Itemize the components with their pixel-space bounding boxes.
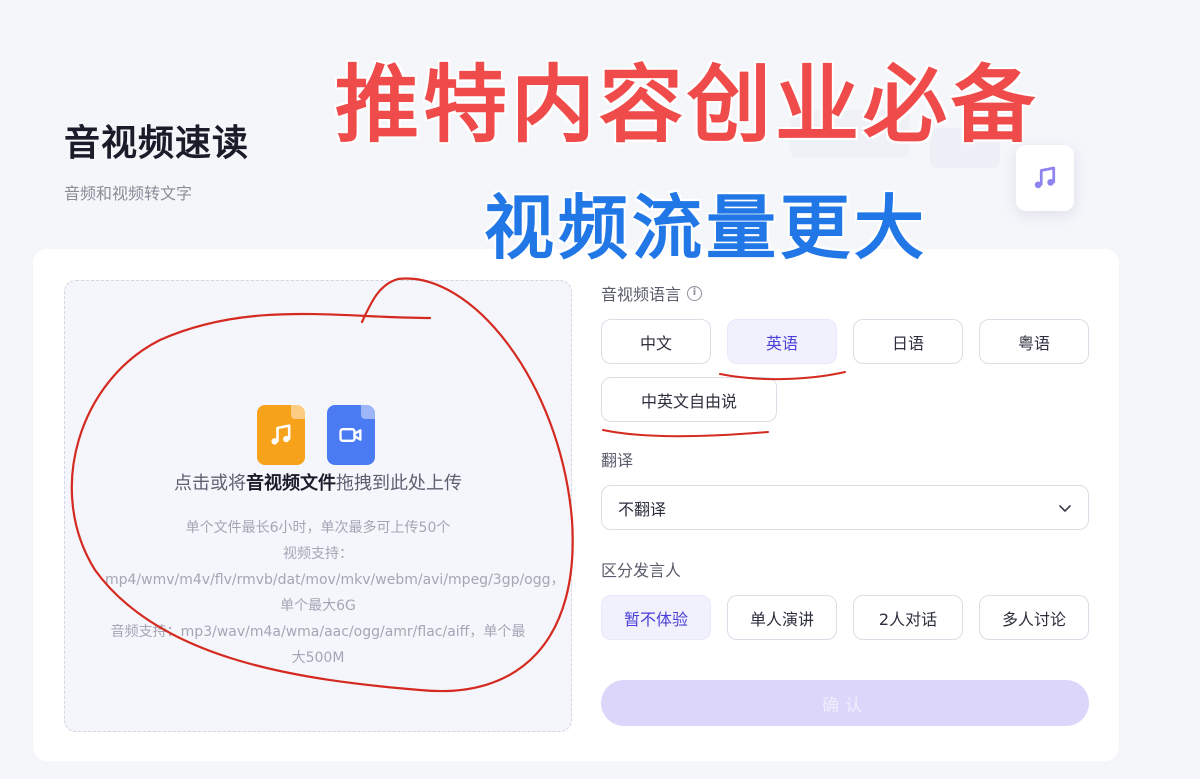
info-icon[interactable]: i <box>687 285 703 301</box>
language-options: 中文 英语 日语 粤语 <box>601 319 1089 364</box>
upload-dropzone[interactable]: 点击或将音视频文件拖拽到此处上传 单个文件最长6小时，单次最多可上传50个 视频… <box>64 280 572 732</box>
file-type-icons <box>257 405 375 465</box>
translate-select-value: 不翻译 <box>618 499 667 519</box>
translate-select[interactable]: 不翻译 <box>601 485 1089 530</box>
language-options-row2: 中英文自由说 <box>601 377 1089 422</box>
speaker-option-multi[interactable]: 多人讨论 <box>979 595 1089 640</box>
language-option-english[interactable]: 英语 <box>727 319 837 364</box>
chevron-down-icon <box>1059 504 1071 512</box>
promo-subheadline: 视频流量更大 <box>484 187 928 269</box>
confirm-button[interactable]: 确认 <box>601 680 1089 726</box>
speaker-option-single[interactable]: 单人演讲 <box>727 595 837 640</box>
video-file-icon <box>327 405 375 465</box>
speaker-section-label: 区分发言人 <box>601 561 682 580</box>
language-option-mixed[interactable]: 中英文自由说 <box>601 377 777 422</box>
speaker-options: 暂不体验 单人演讲 2人对话 多人讨论 <box>601 595 1089 640</box>
settings-form: 音视频语言 i 中文 英语 日语 粤语 中英文自由说 翻译 不翻译 区分发言人 … <box>601 280 1089 726</box>
promo-headline: 推特内容创业必备 <box>335 56 1040 154</box>
speaker-option-skip[interactable]: 暂不体验 <box>601 595 711 640</box>
language-option-chinese[interactable]: 中文 <box>601 319 711 364</box>
language-section-label: 音视频语言 i <box>601 280 1089 306</box>
upload-hint-video: 视频支持：mp4/wmv/m4v/flv/rmvb/dat/mov/mkv/we… <box>105 546 565 614</box>
upload-hint-limits: 单个文件最长6小时，单次最多可上传50个 <box>185 520 451 536</box>
audio-file-icon <box>257 405 305 465</box>
speaker-option-two[interactable]: 2人对话 <box>853 595 963 640</box>
page: 音视频速读 音频和视频转文字 点击或将音视频文件拖拽到此处上传 单个文件最长6小… <box>0 0 1200 779</box>
language-option-japanese[interactable]: 日语 <box>853 319 963 364</box>
page-title: 音视频速读 <box>64 123 250 164</box>
upload-hint-audio: 音频支持：mp3/wav/m4a/wma/aac/ogg/amr/flac/ai… <box>110 624 526 666</box>
upload-hints: 单个文件最长6小时，单次最多可上传50个 视频支持：mp4/wmv/m4v/fl… <box>105 515 565 671</box>
upload-prompt: 点击或将音视频文件拖拽到此处上传 <box>174 473 462 494</box>
translate-section-label: 翻译 <box>601 451 634 470</box>
language-option-cantonese[interactable]: 粤语 <box>979 319 1089 364</box>
main-card: 点击或将音视频文件拖拽到此处上传 单个文件最长6小时，单次最多可上传50个 视频… <box>33 249 1119 761</box>
page-subtitle: 音频和视频转文字 <box>64 184 193 203</box>
